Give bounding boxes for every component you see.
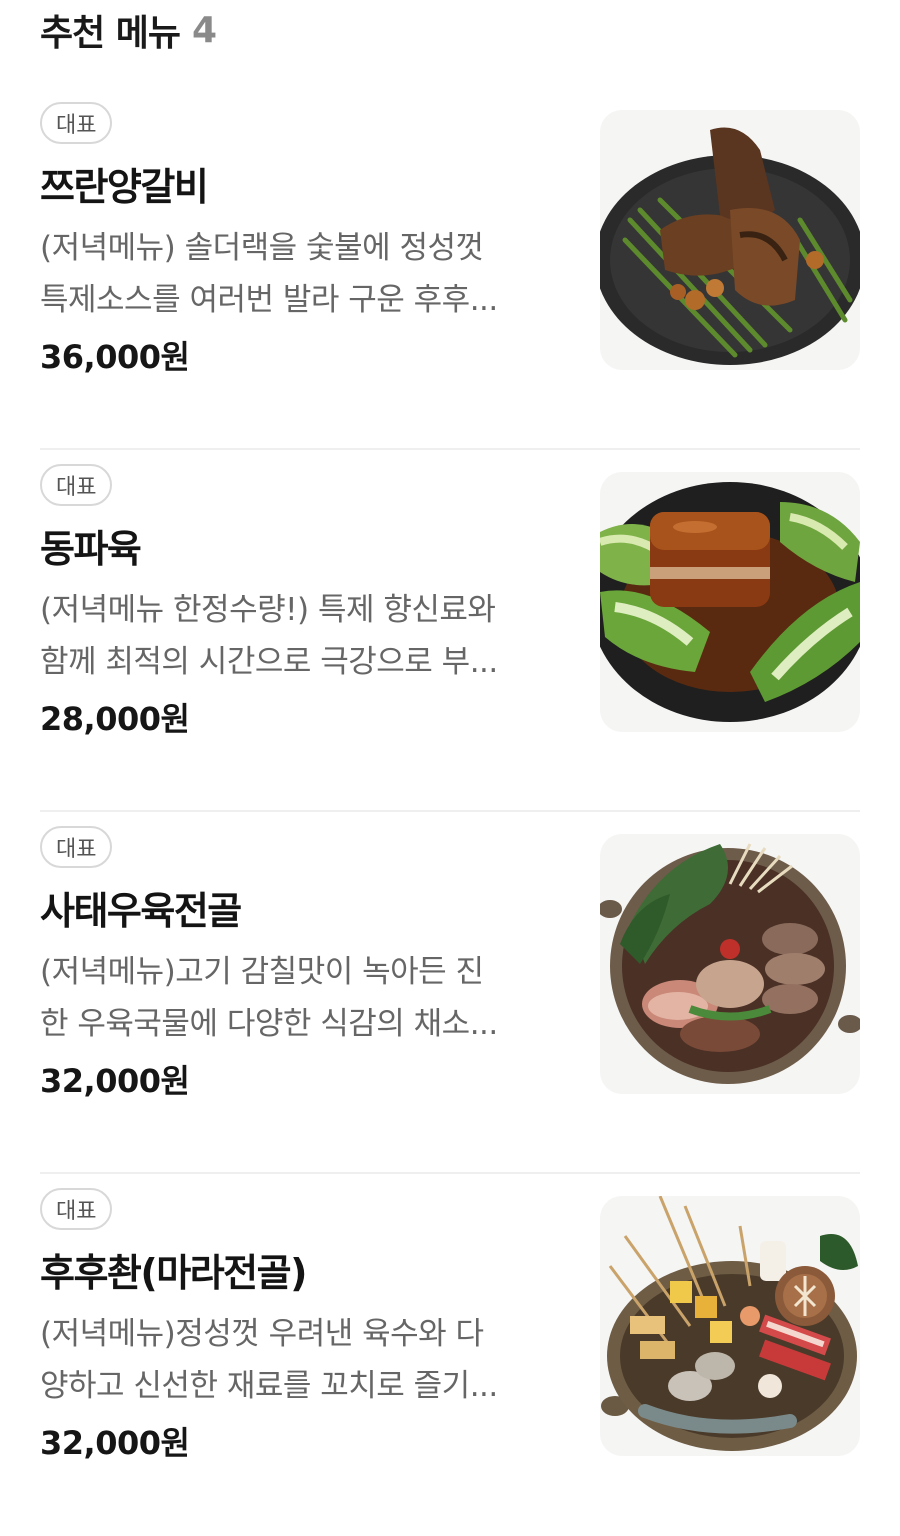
section-title: 추천 메뉴 <box>40 13 181 54</box>
beef-hotpot-dish-icon <box>600 843 860 1084</box>
description-line: 특제소스를 여러번 발라 구운 후후... <box>40 282 498 318</box>
signature-badge: 대표 <box>40 1188 113 1230</box>
menu-item-price: 32,000원 <box>40 1062 190 1100</box>
lamb-ribs-dish-icon <box>600 127 860 365</box>
signature-badge: 대표 <box>40 826 113 868</box>
description-line: (저녁메뉴)고기 감칠맛이 녹아든 진 <box>40 954 484 990</box>
menu-item-mala-hotpot[interactable]: 대표 후후촨(마라전골) (저녁메뉴)정성껏 우려낸 육수와 다 양하고 신선한… <box>40 1174 860 1536</box>
menu-item-dongpo-pork[interactable]: 대표 동파육 (저녁메뉴 한정수량!) 특제 향신료와 함께 최적의 시간으로 … <box>40 450 860 812</box>
menu-item-photo[interactable] <box>600 472 860 732</box>
section-header: 추천 메뉴 4 <box>40 6 218 55</box>
menu-item-photo[interactable] <box>600 1196 860 1456</box>
menu-item-price: 28,000원 <box>40 700 190 738</box>
menu-item-description: (저녁메뉴)고기 감칠맛이 녹아든 진 한 우육국물에 다양한 식감의 채소..… <box>40 946 550 1050</box>
description-line: 함께 최적의 시간으로 극강으로 부... <box>40 644 498 680</box>
menu-list: 대표 쯔란양갈비 (저녁메뉴) 솔더랙을 숯불에 정성껏 특제소스를 여러번 발… <box>40 88 860 1536</box>
menu-item-name: 동파육 <box>40 527 142 571</box>
description-line: (저녁메뉴) 솔더랙을 숯불에 정성껏 <box>40 230 484 266</box>
description-line: (저녁메뉴)정성껏 우려낸 육수와 다 <box>40 1316 484 1352</box>
menu-item-description: (저녁메뉴)정성껏 우려낸 육수와 다 양하고 신선한 재료를 꼬치로 즐기..… <box>40 1308 550 1412</box>
menu-item-description: (저녁메뉴) 솔더랙을 숯불에 정성껏 특제소스를 여러번 발라 구운 후후..… <box>40 222 550 326</box>
braised-pork-dish-icon <box>600 482 860 722</box>
menu-item-photo[interactable] <box>600 110 860 370</box>
menu-item-photo[interactable] <box>600 834 860 1094</box>
signature-badge: 대표 <box>40 464 113 506</box>
signature-badge: 대표 <box>40 102 113 144</box>
menu-item-name: 후후촨(마라전골) <box>40 1251 307 1295</box>
menu-item-beef-hotpot[interactable]: 대표 사태우육전골 (저녁메뉴)고기 감칠맛이 녹아든 진 한 우육국물에 다양… <box>40 812 860 1174</box>
menu-item-lamb-ribs[interactable]: 대표 쯔란양갈비 (저녁메뉴) 솔더랙을 숯불에 정성껏 특제소스를 여러번 발… <box>40 88 860 450</box>
section-count: 4 <box>192 9 218 51</box>
menu-item-description: (저녁메뉴 한정수량!) 특제 향신료와 함께 최적의 시간으로 극강으로 부.… <box>40 584 550 688</box>
description-line: 한 우육국물에 다양한 식감의 채소... <box>40 1006 498 1042</box>
menu-item-price: 36,000원 <box>40 338 190 376</box>
mala-skewer-hotpot-dish-icon <box>601 1196 858 1451</box>
menu-item-price: 32,000원 <box>40 1424 190 1462</box>
description-line: (저녁메뉴 한정수량!) 특제 향신료와 <box>40 592 496 628</box>
description-line: 양하고 신선한 재료를 꼬치로 즐기... <box>40 1368 498 1404</box>
menu-item-name: 쯔란양갈비 <box>40 165 209 209</box>
menu-item-name: 사태우육전골 <box>40 889 242 933</box>
